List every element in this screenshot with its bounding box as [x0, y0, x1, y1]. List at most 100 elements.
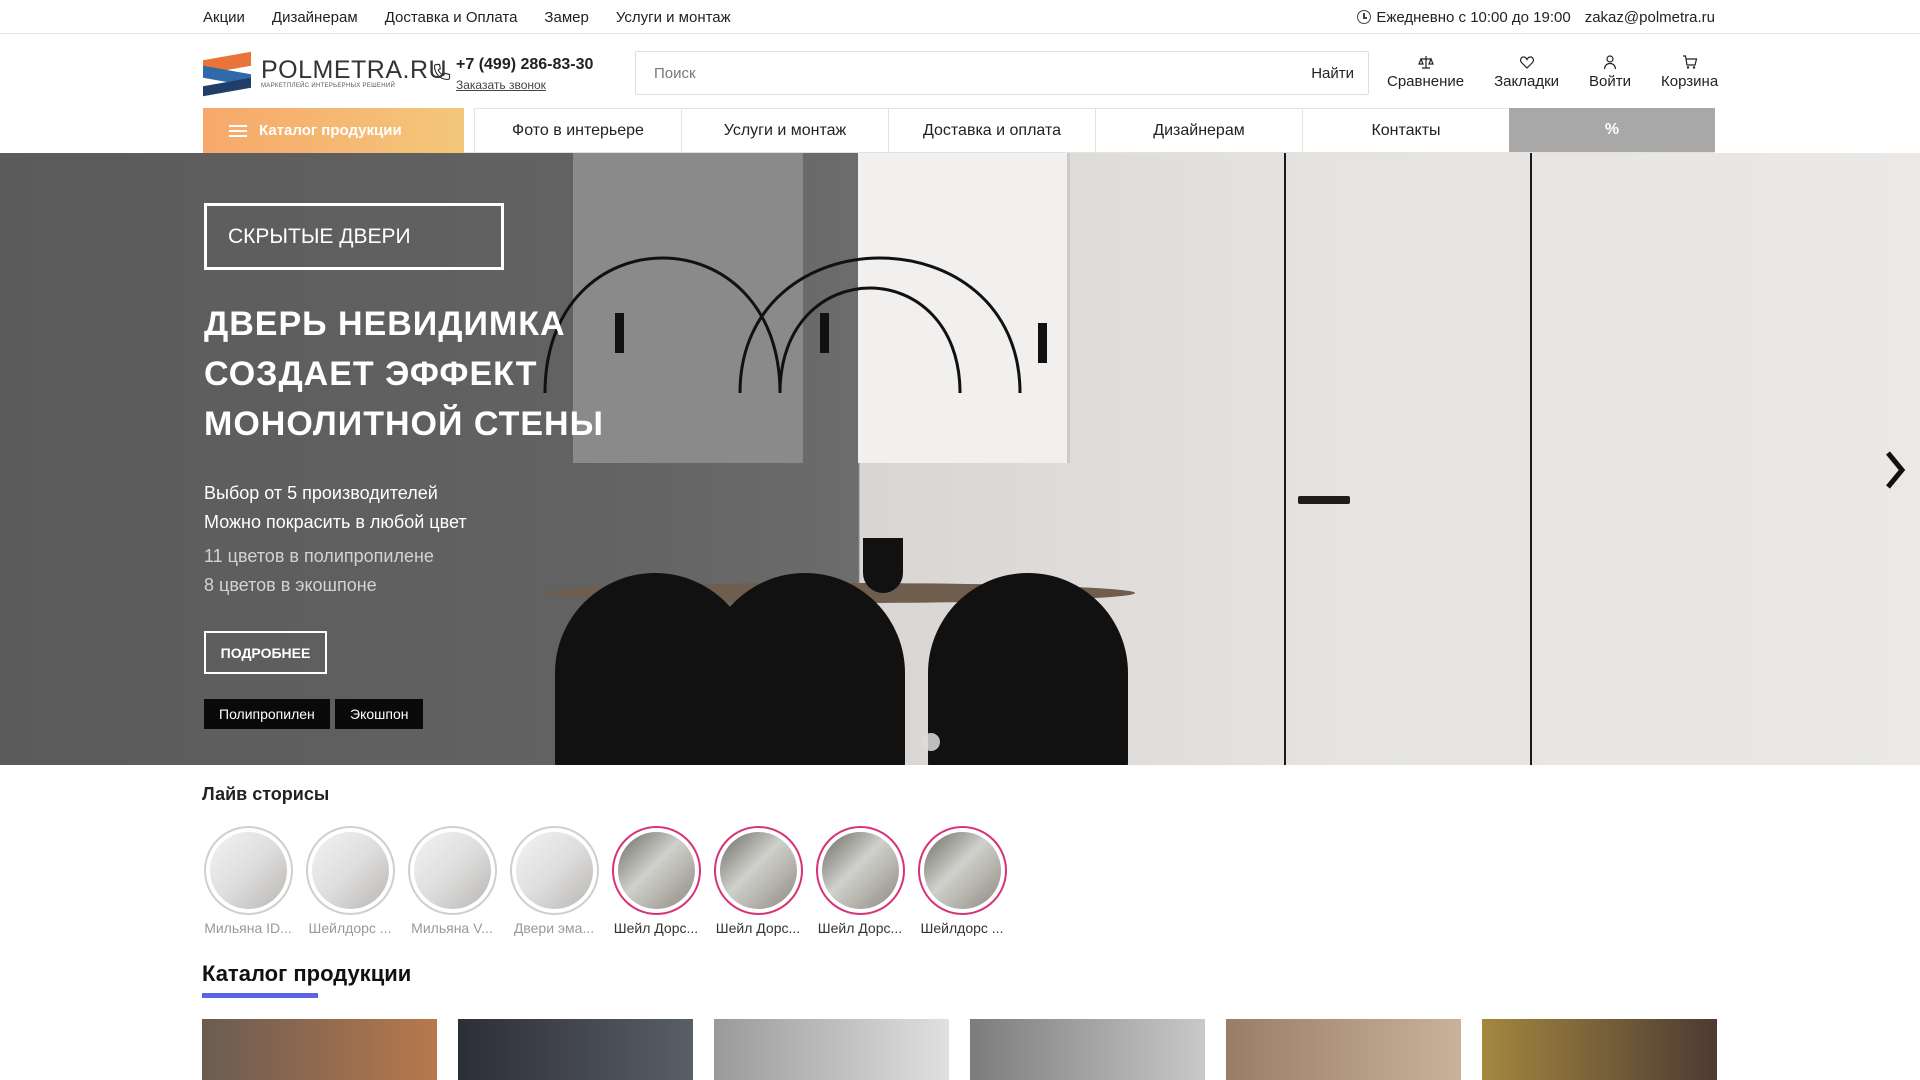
hero-feature-polypropylene-colors: 11 цветов в полипропилене — [204, 546, 434, 566]
catalog-card[interactable] — [1226, 1019, 1461, 1080]
bookmarks-label: Закладки — [1494, 73, 1560, 90]
story-item[interactable]: Шейлдорс ... — [304, 826, 396, 936]
clock-icon — [1357, 10, 1372, 24]
login-label: Войти — [1589, 73, 1632, 90]
chevron-right-icon[interactable] — [1880, 447, 1910, 493]
phone-icon — [433, 63, 451, 81]
top-link-designers[interactable]: Дизайнерам — [272, 9, 358, 26]
story-label: Мильяна ID... — [204, 920, 292, 936]
story-thumbnail — [821, 832, 899, 909]
story-thumbnail — [515, 832, 593, 909]
nav-item-services[interactable]: Услуги и монтаж — [681, 108, 888, 152]
nav-item-sale[interactable]: % — [1509, 108, 1715, 152]
story-thumbnail — [719, 832, 797, 909]
hero-more-button[interactable]: ПОДРОБНЕЕ — [204, 631, 327, 674]
catalog-menu-label: Каталог продукции — [259, 122, 402, 139]
hero-title-line: СОЗДАЕТ ЭФФЕКТ — [204, 355, 538, 393]
logo[interactable]: POLMETRA.RU МАРКЕТПЛЕЙС ИНТЕРЬЕРНЫХ РЕШЕ… — [203, 51, 448, 97]
catalog-card[interactable] — [714, 1019, 949, 1080]
top-link-promotions[interactable]: Акции — [203, 9, 245, 26]
hero-title-line: МОНОЛИТНОЙ СТЕНЫ — [204, 405, 604, 443]
story-label: Мильяна V... — [411, 920, 493, 936]
email-link[interactable]: zakaz@polmetra.ru — [1585, 9, 1715, 26]
hidden-door-edge — [1530, 153, 1532, 765]
story-item[interactable]: Двери эма... — [508, 826, 600, 936]
story-item[interactable]: Шейлдорс ... — [916, 826, 1008, 936]
hero-chair-image — [928, 573, 1128, 765]
contact-info: Ежедневно с 10:00 до 19:00 zakaz@polmetr… — [1357, 0, 1715, 34]
story-label: Шейлдорс ... — [308, 920, 392, 936]
story-label: Шейлдорс ... — [920, 920, 1004, 936]
top-link-services[interactable]: Услуги и монтаж — [616, 9, 731, 26]
top-links: Акции Дизайнерам Доставка и Оплата Замер… — [203, 0, 758, 34]
story-item[interactable]: Шейл Дорс... — [712, 826, 804, 936]
catalog-card[interactable] — [202, 1019, 437, 1080]
story-item[interactable]: Шейл Дорс... — [610, 826, 702, 936]
nav-item-interior-photos[interactable]: Фото в интерьере — [474, 108, 681, 152]
burger-icon — [229, 124, 247, 137]
catalog-title-underline — [202, 993, 318, 998]
story-thumbnail — [617, 832, 695, 909]
catalog-section-title: Каталог продукции — [202, 961, 412, 986]
story-item[interactable]: Мильяна ID... — [202, 826, 294, 936]
stories-title: Лайв сторисы — [202, 784, 330, 804]
scales-icon — [1417, 56, 1434, 69]
story-label: Шейл Дорс... — [715, 920, 801, 936]
hidden-door-edge — [1284, 153, 1286, 765]
hero-feature-manufacturers: Выбор от 5 производителей — [204, 483, 438, 503]
hero-vase-image — [863, 538, 903, 593]
logo-name: POLMETRA.RU — [261, 56, 448, 84]
cart-label: Корзина — [1661, 73, 1719, 90]
catalog-card[interactable] — [970, 1019, 1205, 1080]
working-hours: Ежедневно с 10:00 до 19:00 — [1376, 8, 1571, 26]
stories-list: Мильяна ID... Шейлдорс ... Мильяна V... … — [202, 826, 1018, 936]
hero-feature-paintable: Можно покрасить в любой цвет — [204, 512, 467, 532]
hero-title-line: ДВЕРЬ НЕВИДИМКА — [204, 305, 566, 343]
top-link-measure[interactable]: Замер — [544, 9, 588, 26]
logo-mark-icon — [203, 51, 253, 97]
catalog-menu-button[interactable]: Каталог продукции — [203, 108, 464, 153]
header-actions: Сравнение Закладки Войти Корзина — [1387, 54, 1718, 90]
bookmarks-button[interactable]: Закладки — [1494, 54, 1559, 90]
header: POLMETRA.RU МАРКЕТПЛЕЙС ИНТЕРЬЕРНЫХ РЕШЕ… — [0, 34, 1920, 108]
story-item[interactable]: Шейл Дорс... — [814, 826, 906, 936]
main-nav: Каталог продукции Фото в интерьере Услуг… — [203, 108, 1715, 153]
top-link-delivery[interactable]: Доставка и Оплата — [385, 9, 518, 26]
cart-button[interactable]: Корзина — [1661, 54, 1718, 90]
hero-slider: СКРЫТЫЕ ДВЕРИ ДВЕРЬ НЕВИДИМКА СОЗДАЕТ ЭФ… — [0, 153, 1920, 765]
phone-block: +7 (499) 286-83-30 Заказать звонок — [432, 56, 593, 92]
story-thumbnail — [923, 832, 1001, 909]
hero-category-tag[interactable]: СКРЫТЫЕ ДВЕРИ — [204, 203, 504, 270]
user-icon — [1603, 55, 1617, 70]
story-label: Шейл Дорс... — [817, 920, 903, 936]
hero-chip-ecoveneer[interactable]: Экошпон — [335, 699, 424, 729]
search-button[interactable]: Найти — [1297, 53, 1368, 93]
hero-title: ДВЕРЬ НЕВИДИМКА СОЗДАЕТ ЭФФЕКТ МОНОЛИТНО… — [204, 299, 724, 449]
heart-icon — [1519, 56, 1534, 69]
story-thumbnail — [311, 832, 389, 909]
story-thumbnail — [413, 832, 491, 909]
story-thumbnail — [209, 832, 287, 909]
phone-number[interactable]: +7 (499) 286-83-30 — [456, 56, 593, 74]
search-bar: Найти — [635, 51, 1369, 95]
search-input[interactable] — [636, 53, 1298, 93]
catalog-card[interactable] — [1482, 1019, 1717, 1080]
compare-button[interactable]: Сравнение — [1387, 54, 1464, 90]
catalog-card[interactable] — [458, 1019, 693, 1080]
door-handle-image — [1298, 496, 1350, 504]
hero-chip-polypropylene[interactable]: Полипропилен — [204, 699, 330, 729]
login-button[interactable]: Войти — [1589, 54, 1631, 90]
compare-label: Сравнение — [1387, 73, 1465, 90]
nav-item-designers[interactable]: Дизайнерам — [1095, 108, 1302, 152]
nav-item-contacts[interactable]: Контакты — [1302, 108, 1509, 152]
story-label: Двери эма... — [513, 920, 595, 936]
slider-dot[interactable] — [922, 733, 940, 751]
story-item[interactable]: Мильяна V... — [406, 826, 498, 936]
callback-link[interactable]: Заказать звонок — [456, 78, 593, 92]
cart-icon — [1682, 55, 1697, 69]
catalog-cards — [202, 1019, 1738, 1080]
hero-chair-image — [705, 573, 905, 765]
nav-item-delivery[interactable]: Доставка и оплата — [888, 108, 1095, 152]
hero-feature-ecoveneer-colors: 8 цветов в экошпоне — [204, 575, 377, 595]
story-label: Шейл Дорс... — [613, 920, 699, 936]
